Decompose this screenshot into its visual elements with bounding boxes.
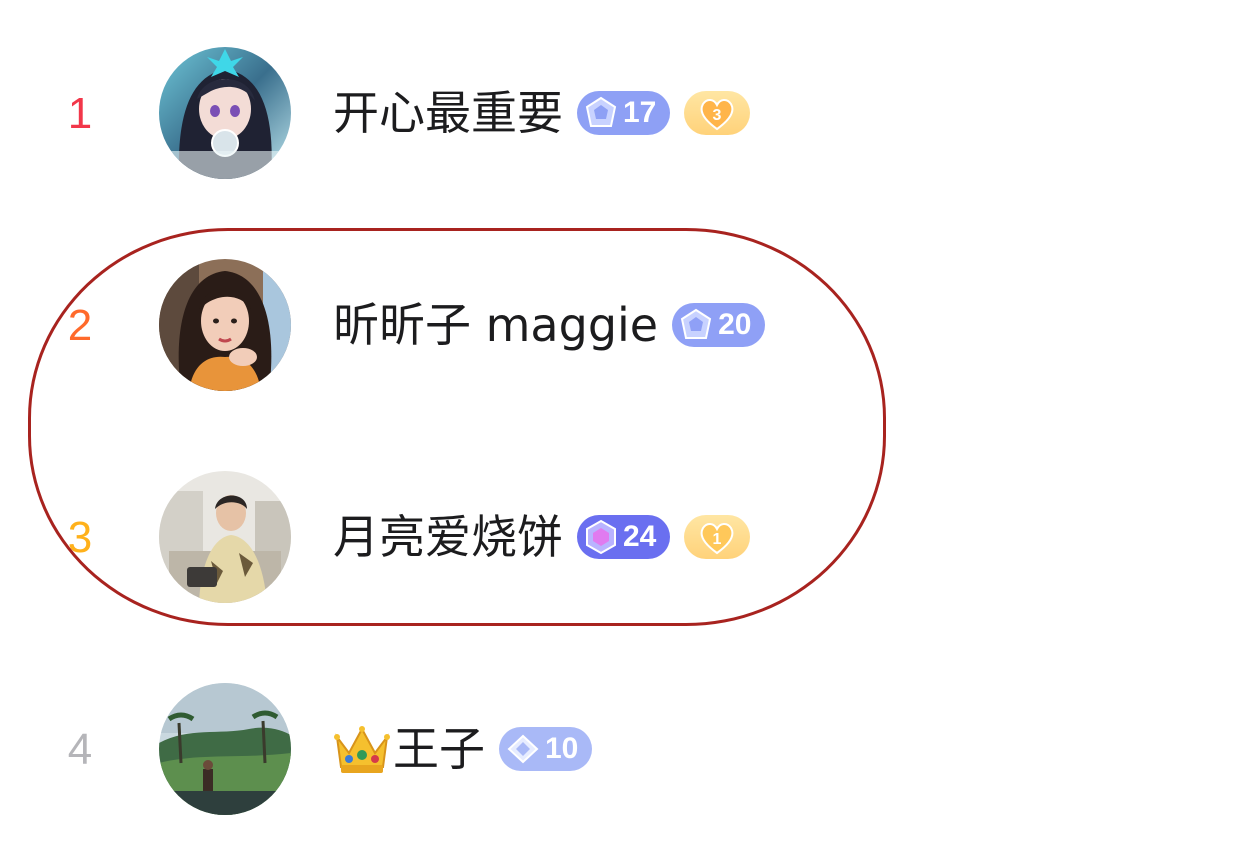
level-badge: 24 — [577, 515, 671, 559]
user-name[interactable]: 昕昕子 maggie — [333, 297, 658, 353]
gem-icon — [585, 96, 617, 127]
avatar[interactable] — [159, 471, 291, 603]
user-name-text: 王子 — [393, 722, 485, 776]
name-line: 月亮爱烧饼 24 1 — [333, 509, 751, 565]
heart-icon: 1 — [700, 523, 734, 555]
level-badge: 20 — [672, 303, 766, 347]
resort-landscape-avatar-icon — [159, 683, 291, 815]
name-line: 昕昕子 maggie 20 — [333, 297, 766, 353]
person-seated-avatar-icon — [159, 471, 291, 603]
rank-number: 4 — [67, 725, 93, 774]
user-name[interactable]: 开心最重要 — [333, 85, 563, 141]
avatar[interactable] — [159, 259, 291, 391]
user-name[interactable]: 月亮爱烧饼 — [333, 509, 563, 565]
rank-number: 3 — [67, 513, 93, 562]
anime-girl-avatar-icon — [159, 47, 291, 179]
level-number: 24 — [623, 520, 657, 553]
list-item[interactable]: 3 月亮爱烧饼 24 1 — [0, 471, 1242, 603]
level-number: 10 — [545, 732, 579, 765]
list-item[interactable]: 1 开心最重要 17 3 — [0, 47, 1242, 179]
list-item[interactable]: 2 昕昕子 maggie 20 — [0, 259, 1242, 391]
heart-icon: 3 — [700, 99, 734, 131]
avatar[interactable] — [159, 683, 291, 815]
rank-number: 1 — [67, 89, 93, 138]
gem-icon — [680, 308, 712, 339]
name-line: 开心最重要 17 3 — [333, 85, 751, 141]
rank-number: 2 — [67, 301, 93, 350]
avatar[interactable] — [159, 47, 291, 179]
name-line: 王子 10 — [333, 721, 593, 777]
level-number: 17 — [623, 96, 657, 129]
level-badge: 10 — [499, 727, 593, 771]
heart-badge: 1 — [684, 515, 751, 559]
level-badge: 17 — [577, 91, 671, 135]
diamond-gem-icon — [507, 734, 539, 764]
heart-level: 1 — [713, 531, 722, 548]
user-name[interactable]: 王子 — [333, 721, 485, 777]
level-number: 20 — [718, 308, 752, 341]
leaderboard-list: 1 开心最重要 17 3 2 昕昕子 maggie 20 3 月亮爱烧饼 24 … — [0, 0, 1242, 848]
crown-icon — [334, 726, 390, 773]
hexagon-gem-icon — [586, 519, 616, 555]
woman-portrait-avatar-icon — [159, 259, 291, 391]
list-item[interactable]: 4 王子 10 — [0, 683, 1242, 815]
heart-badge: 3 — [684, 91, 751, 135]
heart-level: 3 — [713, 107, 722, 124]
